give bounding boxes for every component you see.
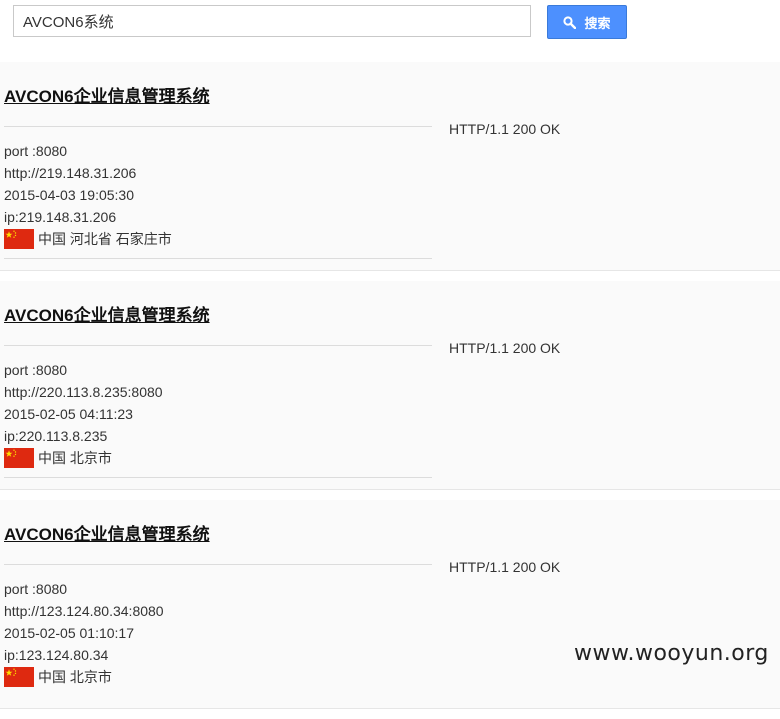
result-ip: ip:123.124.80.34 [4, 647, 109, 663]
result-url: http://219.148.31.206 [4, 165, 137, 181]
search-button-label: 搜索 [584, 15, 611, 31]
china-flag-icon [4, 667, 34, 687]
divider [4, 126, 432, 127]
result-title-link[interactable]: AVCON6企业信息管理系统 [4, 82, 210, 107]
result-port: port :8080 [4, 143, 68, 159]
search-icon [563, 15, 577, 29]
result-title-link[interactable]: AVCON6企业信息管理系统 [4, 301, 210, 326]
result-title-link[interactable]: AVCON6企业信息管理系统 [4, 520, 210, 545]
divider [4, 564, 432, 565]
result-port: port :8080 [4, 362, 68, 378]
result-location-text: 中国 北京市 [38, 450, 112, 466]
divider [4, 345, 432, 346]
divider [4, 258, 432, 259]
results-list: AVCON6企业信息管理系统 HTTP/1.1 200 OK port :808… [0, 62, 780, 719]
result-info: port :8080 http://219.148.31.206 2015-04… [4, 140, 172, 250]
result-port: port :8080 [4, 581, 68, 597]
result-ip: ip:219.148.31.206 [4, 209, 117, 225]
search-bar: 搜索 [0, 0, 780, 63]
http-status: HTTP/1.1 200 OK [449, 559, 561, 575]
divider [4, 477, 432, 478]
http-status: HTTP/1.1 200 OK [449, 121, 561, 137]
result-info: port :8080 http://220.113.8.235:8080 201… [4, 359, 163, 469]
watermark: www.wooyun.org [574, 641, 769, 666]
result-ip: ip:220.113.8.235 [4, 428, 108, 444]
result-item: AVCON6企业信息管理系统 HTTP/1.1 200 OK port :808… [0, 500, 780, 709]
result-info: port :8080 http://123.124.80.34:8080 201… [4, 578, 164, 688]
result-url: http://123.124.80.34:8080 [4, 603, 164, 619]
result-location: 中国 北京市 [4, 447, 163, 469]
result-time: 2015-02-05 01:10:17 [4, 625, 134, 641]
china-flag-icon [4, 229, 34, 249]
result-time: 2015-02-05 04:11:23 [4, 406, 133, 422]
result-location-text: 中国 河北省 石家庄市 [38, 231, 172, 247]
result-url: http://220.113.8.235:8080 [4, 384, 163, 400]
result-item: AVCON6企业信息管理系统 HTTP/1.1 200 OK port :808… [0, 62, 780, 271]
result-location: 中国 河北省 石家庄市 [4, 228, 172, 250]
china-flag-icon [4, 448, 34, 468]
http-status: HTTP/1.1 200 OK [449, 340, 561, 356]
result-time: 2015-04-03 19:05:30 [4, 187, 134, 203]
search-button[interactable]: 搜索 [547, 5, 627, 39]
search-input[interactable] [13, 5, 531, 37]
result-item: AVCON6企业信息管理系统 HTTP/1.1 200 OK port :808… [0, 281, 780, 490]
